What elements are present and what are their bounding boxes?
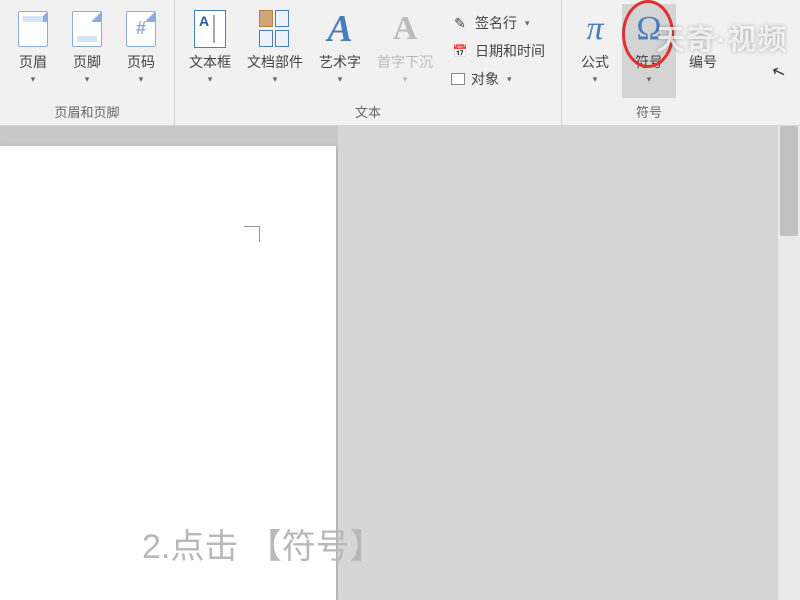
footer-button[interactable]: 页脚 ▾	[60, 4, 114, 98]
chevron-down-icon: ▾	[338, 74, 343, 85]
equation-button[interactable]: π 公式 ▾	[568, 4, 622, 98]
gray-background	[338, 126, 800, 600]
group-header-footer: 页眉 ▾ 页脚 ▾ 页码 ▾ 页眉和页脚	[0, 0, 175, 125]
scrollbar-thumb[interactable]	[780, 126, 798, 236]
pi-icon: π	[586, 10, 603, 48]
doc-parts-button[interactable]: 文档部件 ▾	[239, 4, 311, 98]
datetime-label: 日期和时间	[475, 41, 545, 61]
watermark-text: 天奇·视频	[657, 18, 788, 58]
textbox-label: 文本框	[189, 52, 231, 72]
vertical-scrollbar[interactable]	[778, 126, 800, 600]
pen-icon: ✎	[451, 14, 469, 32]
header-icon	[18, 11, 48, 47]
chevron-down-icon: ▾	[31, 74, 36, 85]
margin-corner-mark	[244, 226, 260, 242]
datetime-button[interactable]: 📅 日期和时间	[447, 39, 549, 63]
chevron-down-icon: ▾	[647, 74, 652, 85]
wordart-button[interactable]: A 艺术字 ▾	[311, 4, 369, 98]
header-label: 页眉	[19, 52, 47, 72]
object-button[interactable]: 对象 ▾	[447, 67, 549, 91]
instruction-text: 2.点击 【符号】	[142, 519, 384, 568]
footer-label: 页脚	[73, 52, 101, 72]
page-number-button[interactable]: 页码 ▾	[114, 4, 168, 98]
dropcap-button[interactable]: A 首字下沉 ▾	[369, 4, 441, 98]
chevron-down-icon: ▾	[507, 74, 512, 85]
doc-parts-label: 文档部件	[247, 52, 303, 72]
page-number-icon	[126, 11, 156, 47]
chevron-down-icon: ▾	[208, 74, 213, 85]
textbox-icon	[194, 10, 226, 48]
wordart-icon: A	[327, 7, 352, 51]
group-text-label: 文本	[181, 98, 555, 125]
chevron-down-icon: ▾	[139, 74, 144, 85]
group-header-footer-label: 页眉和页脚	[6, 98, 168, 125]
chevron-down-icon: ▾	[403, 74, 408, 85]
header-button[interactable]: 页眉 ▾	[6, 4, 60, 98]
dropcap-label: 首字下沉	[377, 52, 433, 72]
chevron-down-icon: ▾	[273, 74, 278, 85]
signature-button[interactable]: ✎ 签名行 ▾	[447, 11, 549, 35]
chevron-down-icon: ▾	[593, 74, 598, 85]
group-symbols-label: 符号	[568, 98, 730, 125]
footer-icon	[72, 11, 102, 47]
group-text: 文本框 ▾ 文档部件 ▾ A 艺术字 ▾ A 首字下沉 ▾ ✎ 签名	[175, 0, 562, 125]
dropcap-icon: A	[393, 10, 418, 48]
page-number-label: 页码	[127, 52, 155, 72]
object-label: 对象	[471, 69, 499, 89]
equation-label: 公式	[581, 52, 609, 72]
chevron-down-icon: ▾	[525, 18, 530, 29]
doc-parts-icon	[259, 10, 291, 48]
calendar-icon: 📅	[451, 42, 469, 60]
object-icon	[451, 73, 465, 85]
signature-label: 签名行	[475, 13, 517, 33]
wordart-label: 艺术字	[319, 52, 361, 72]
chevron-down-icon: ▾	[85, 74, 90, 85]
textbox-button[interactable]: 文本框 ▾	[181, 4, 239, 98]
